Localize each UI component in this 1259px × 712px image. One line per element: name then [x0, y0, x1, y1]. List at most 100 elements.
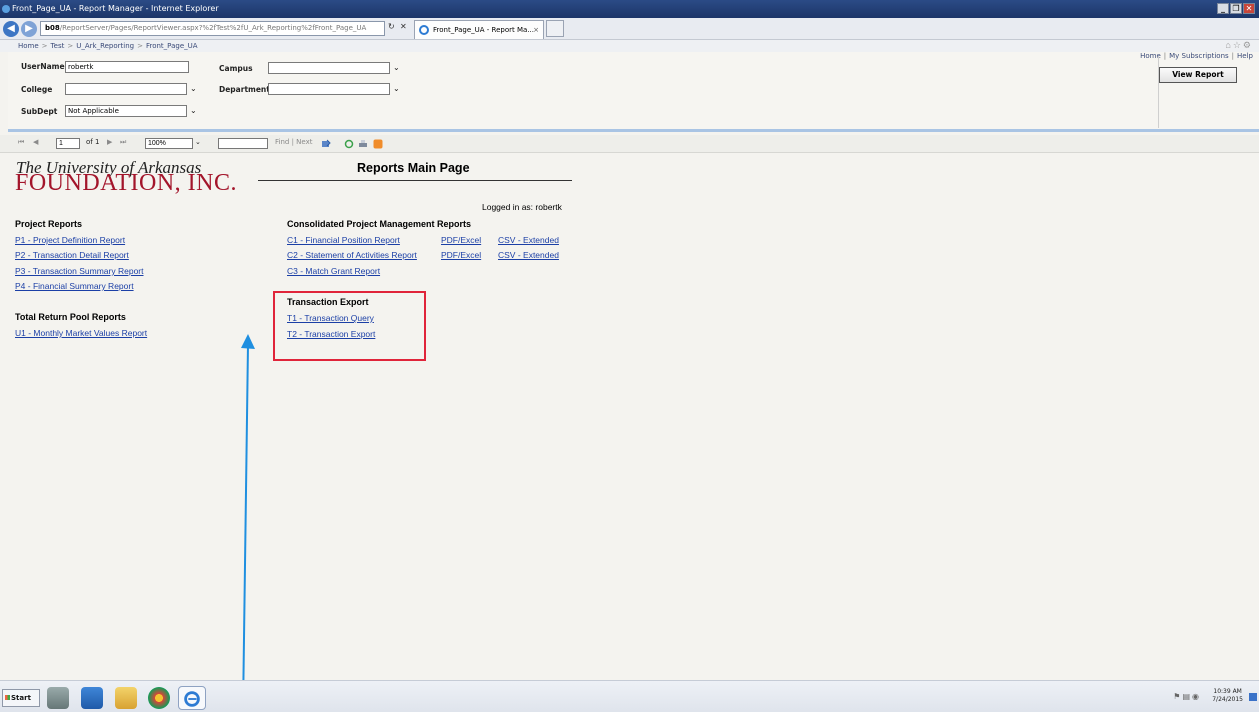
title-rule	[258, 180, 572, 181]
server-manager-icon[interactable]	[47, 687, 69, 709]
find-input[interactable]	[218, 138, 268, 149]
print-icon[interactable]	[358, 139, 368, 149]
chevron-down-icon[interactable]: ⌄	[393, 63, 400, 72]
annotation-arrow-icon	[241, 334, 255, 712]
breadcrumb-bar: Home > Test > U_Ark_Reporting > Front_Page_UA …	[0, 40, 1259, 52]
view-report-button[interactable]: View Report	[1159, 67, 1237, 83]
clock[interactable]: 10:39 AM 7/24/2015	[1212, 688, 1243, 704]
close-button[interactable]: ✕	[1243, 3, 1255, 14]
breadcrumb-front-page[interactable]: Front_Page_UA	[146, 42, 198, 50]
volume-icon[interactable]: ◉	[1192, 692, 1201, 701]
campus-select[interactable]	[268, 62, 390, 74]
breadcrumb-test[interactable]: Test	[51, 42, 65, 50]
first-page-icon[interactable]: ⏮	[18, 138, 24, 147]
address-input[interactable]: b08/ReportServer/Pages/ReportViewer.aspx…	[40, 21, 385, 36]
taskbar: Start ⚑▤◉ 10:39 AM 7/24/2015	[0, 680, 1259, 712]
chevron-down-icon[interactable]: ⌄	[190, 106, 197, 115]
report-link-p3[interactable]: P3 - Transaction Summary Report	[15, 266, 144, 276]
ie-tab-icon	[419, 25, 429, 35]
report-link-c1[interactable]: C1 - Financial Position Report	[287, 235, 400, 245]
department-select[interactable]	[268, 83, 390, 95]
page-title: Reports Main Page	[357, 161, 470, 175]
campus-label: Campus	[219, 64, 253, 73]
system-tray-icons: ⚑▤◉	[1173, 692, 1201, 701]
settings-gear-icon[interactable]: ⚙	[1243, 40, 1253, 50]
report-link-p2[interactable]: P2 - Transaction Detail Report	[15, 250, 129, 260]
previous-page-icon[interactable]: ◀	[33, 138, 38, 146]
username-label: UserName	[21, 62, 65, 71]
address-bar-row: ◀ ▶ b08/ReportServer/Pages/ReportViewer.…	[0, 18, 1259, 40]
tab-close-icon[interactable]: ×	[533, 21, 539, 39]
home-icon[interactable]: ⌂	[1225, 40, 1232, 50]
start-button[interactable]: Start	[2, 689, 40, 707]
internet-explorer-taskbar-icon[interactable]	[178, 686, 206, 710]
powershell-icon[interactable]	[81, 687, 103, 709]
tab-label: Front_Page_UA - Report Ma...	[433, 26, 534, 34]
chevron-down-icon[interactable]: ⌄	[195, 138, 201, 146]
breadcrumb-home[interactable]: Home	[18, 42, 39, 50]
address-path: /ReportServer/Pages/ReportViewer.aspx?%2…	[59, 24, 367, 32]
report-link-t1[interactable]: T1 - Transaction Query	[287, 313, 374, 323]
c2-csv-extended-link[interactable]: CSV - Extended	[498, 250, 559, 260]
report-link-t2[interactable]: T2 - Transaction Export	[287, 329, 375, 339]
back-arrow-icon[interactable]: ◀	[3, 21, 19, 37]
report-toolbar: ⏮ ◀ 1 of 1 ▶ ⏭ 100% ⌄ Find | Next	[0, 135, 1259, 153]
parameter-panel: Home | My Subscriptions | Help UserName robe…	[8, 52, 1259, 132]
report-link-c2[interactable]: C2 - Statement of Activities Report	[287, 250, 417, 260]
new-tab-button[interactable]	[546, 20, 564, 37]
next-page-icon[interactable]: ▶	[107, 138, 112, 146]
ie-logo-icon	[2, 5, 10, 13]
college-select[interactable]	[65, 83, 187, 95]
network-icon[interactable]: ▤	[1182, 692, 1192, 701]
breadcrumb-u-ark-reporting[interactable]: U_Ark_Reporting	[76, 42, 134, 50]
report-link-p1[interactable]: P1 - Project Definition Report	[15, 235, 125, 245]
page-number-input[interactable]: 1	[56, 138, 80, 149]
c2-pdf-excel-link[interactable]: PDF/Excel	[441, 250, 481, 260]
logo-line-2: FOUNDATION, INC.	[15, 170, 237, 196]
export-icon[interactable]	[321, 139, 331, 149]
address-host: b08	[45, 24, 60, 32]
ie-toolbar-icons: ⌂☆⚙	[1225, 40, 1253, 51]
breadcrumb: Home > Test > U_Ark_Reporting > Front_Page_UA	[18, 42, 198, 50]
clock-date: 7/24/2015	[1212, 696, 1243, 703]
logged-in-text: Logged in as: robertk	[482, 202, 562, 212]
chevron-down-icon[interactable]: ⌄	[393, 84, 400, 93]
window-title: Front_Page_UA - Report Manager - Interne…	[12, 4, 219, 13]
show-desktop-button[interactable]	[1249, 693, 1257, 701]
clock-time: 10:39 AM	[1213, 688, 1242, 695]
forward-arrow-icon[interactable]: ▶	[21, 21, 37, 37]
window-controls: _ ❐ ✕	[1217, 3, 1255, 14]
report-link-u1[interactable]: U1 - Monthly Market Values Report	[15, 328, 147, 338]
zoom-select[interactable]: 100%	[145, 138, 193, 149]
browser-tab-active[interactable]: Front_Page_UA - Report Ma... ×	[414, 20, 544, 39]
c1-csv-extended-link[interactable]: CSV - Extended	[498, 235, 559, 245]
my-subscriptions-link[interactable]: My Subscriptions	[1169, 52, 1229, 60]
report-link-c3[interactable]: C3 - Match Grant Report	[287, 266, 380, 276]
refresh-icon[interactable]	[344, 139, 354, 149]
minimize-button[interactable]: _	[1217, 3, 1229, 14]
consolidated-heading: Consolidated Project Management Reports	[287, 219, 472, 229]
page-count: of 1	[86, 138, 100, 146]
window-title-bar: Front_Page_UA - Report Manager - Interne…	[0, 0, 1259, 18]
ie-logo-icon	[184, 691, 200, 707]
last-page-icon[interactable]: ⏭	[120, 138, 126, 147]
chevron-down-icon[interactable]: ⌄	[190, 84, 197, 93]
report-link-p4[interactable]: P4 - Financial Summary Report	[15, 281, 134, 291]
find-link[interactable]: Find | Next	[275, 138, 312, 146]
atom-feed-icon[interactable]	[373, 139, 383, 149]
project-reports-heading: Project Reports	[15, 219, 83, 229]
stop-icon[interactable]: ✕	[400, 22, 407, 31]
help-link[interactable]: Help	[1237, 52, 1253, 60]
restore-button[interactable]: ❐	[1230, 3, 1242, 14]
department-label: Department	[219, 85, 270, 94]
subdept-select[interactable]: Not Applicable	[65, 105, 187, 117]
favorites-star-icon[interactable]: ☆	[1233, 40, 1243, 50]
c1-pdf-excel-link[interactable]: PDF/Excel	[441, 235, 481, 245]
college-label: College	[21, 85, 53, 94]
subdept-label: SubDept	[21, 107, 58, 116]
file-explorer-icon[interactable]	[115, 687, 137, 709]
refresh-icon[interactable]: ↻	[388, 22, 395, 31]
total-return-heading: Total Return Pool Reports	[15, 312, 126, 322]
chrome-icon[interactable]	[148, 687, 170, 709]
username-input[interactable]: robertk	[65, 61, 189, 73]
